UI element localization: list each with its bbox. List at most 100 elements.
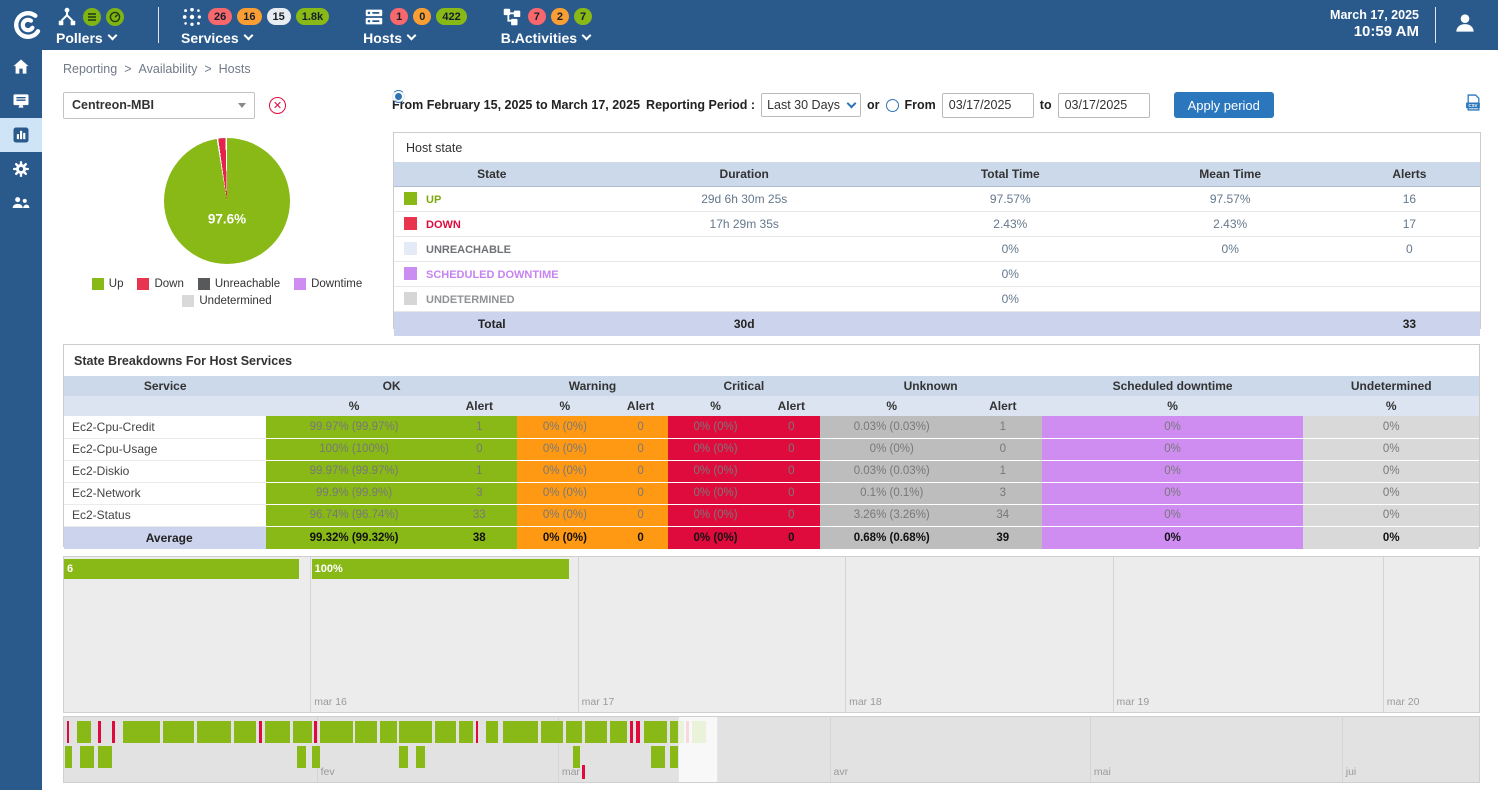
- hosts-count-badge[interactable]: 1: [390, 8, 408, 25]
- breakdown-row: Ec2-Cpu-Usage100% (100%)00% (0%)00% (0%)…: [64, 438, 1479, 460]
- breakdown-cell: 38: [442, 526, 517, 549]
- breakdown-row: Ec2-Cpu-Credit99.97% (99.97%)10% (0%)00%…: [64, 416, 1479, 438]
- state-total-time: 97.57%: [899, 186, 1122, 211]
- availability-overview-timeline[interactable]: fevmaravrmaijui: [63, 716, 1480, 783]
- state-label: SCHEDULED DOWNTIME: [426, 269, 559, 281]
- legend-label: Down: [154, 278, 183, 290]
- availability-day-timeline[interactable]: mar 16mar 17mar 18mar 19mar 206100%: [63, 556, 1480, 713]
- state-chip: [404, 267, 417, 280]
- legend-item: Unreachable: [198, 278, 280, 290]
- down-segment: [636, 721, 640, 743]
- up-segment: [77, 721, 91, 743]
- host-select[interactable]: Centreon-MBI: [63, 92, 255, 119]
- breakdown-cell: 0: [613, 438, 668, 460]
- state-alerts: 0: [1339, 236, 1480, 261]
- availability-pie-chart[interactable]: 97.6%: [164, 138, 290, 264]
- from-date-input[interactable]: [942, 93, 1034, 118]
- host-state-header: Mean Time: [1122, 162, 1339, 186]
- hosts-count-badge[interactable]: 0: [413, 8, 431, 25]
- availability-bar[interactable]: 6: [64, 559, 299, 579]
- clear-filter-icon[interactable]: ✕: [269, 97, 286, 114]
- breakdown-cell: 0% (0%): [668, 438, 763, 460]
- state-label: UNDETERMINED: [426, 294, 515, 306]
- breadcrumb-link[interactable]: Reporting: [63, 62, 117, 76]
- sidebar-item-reporting[interactable]: [0, 118, 42, 152]
- breadcrumb-link[interactable]: Availability: [139, 62, 198, 76]
- breakdown-sub-header: %: [517, 396, 613, 416]
- period-range-text: From February 15, 2025 to March 17, 2025: [392, 98, 640, 112]
- breakdown-cell: 0: [763, 438, 820, 460]
- breakdown-cell: 0: [613, 460, 668, 482]
- state-total-time: 0%: [899, 236, 1122, 261]
- state-chip: [404, 292, 417, 305]
- csv-export-icon[interactable]: CSV: [1465, 94, 1482, 116]
- custom-period-radio[interactable]: [886, 99, 899, 112]
- month-label: jui: [1342, 766, 1357, 778]
- state-mean-time: 0%: [1122, 236, 1339, 261]
- sidebar-item-home[interactable]: [0, 50, 42, 84]
- legend-chip: [92, 278, 104, 290]
- breakdown-cell: 0% (0%): [517, 460, 613, 482]
- menu-services[interactable]: 26 16 15 1.8k Services: [181, 5, 329, 46]
- period-select[interactable]: Last 30 Days: [761, 93, 861, 117]
- breakdown-cell: 0%: [1303, 504, 1479, 526]
- breakdown-cell: 33: [442, 504, 517, 526]
- centreon-logo[interactable]: [0, 8, 56, 42]
- menu-label: Services: [181, 30, 239, 46]
- up-segment-row2: [670, 746, 678, 768]
- services-count-badge[interactable]: 16: [237, 8, 261, 25]
- host-state-total-row: Total 30d 33: [394, 311, 1480, 336]
- menu-pollers[interactable]: Pollers: [56, 5, 124, 46]
- bactivities-count-badge[interactable]: 2: [551, 8, 569, 25]
- state-label: DOWN: [426, 219, 461, 231]
- up-segment-row2: [80, 746, 94, 768]
- total-duration: 30d: [589, 311, 899, 336]
- breakdown-cell: 0.1% (0.1%): [820, 482, 964, 504]
- total-label: Total: [394, 311, 589, 336]
- timeline-selection-window[interactable]: [678, 717, 718, 782]
- breakdown-cell: 0: [442, 438, 517, 460]
- from-label: From: [905, 98, 936, 112]
- user-icon[interactable]: [1452, 10, 1478, 41]
- bactivities-count-badge[interactable]: 7: [528, 8, 546, 25]
- breadcrumb-separator: >: [204, 62, 211, 76]
- state-duration: 29d 6h 30m 25s: [589, 186, 899, 211]
- reporting-period-label: Reporting Period :: [646, 98, 755, 112]
- monitoring-icon: [11, 91, 31, 111]
- legend-item: Undetermined: [182, 295, 271, 307]
- period-controls: From February 15, 2025 to March 17, 2025…: [392, 92, 1274, 118]
- apply-period-button[interactable]: Apply period: [1174, 92, 1274, 118]
- services-count-badge[interactable]: 1.8k: [296, 8, 329, 25]
- breakdown-cell: 99.97% (99.97%): [266, 416, 441, 438]
- up-segment: [355, 721, 376, 743]
- state-mean-time: [1122, 261, 1339, 286]
- bactivities-count-badge[interactable]: 7: [574, 8, 592, 25]
- menu-label: Hosts: [363, 30, 402, 46]
- availability-bar[interactable]: 100%: [312, 559, 570, 579]
- breakdown-cell: 0: [763, 504, 820, 526]
- clock: March 17, 2025 10:59 AM: [1330, 8, 1419, 42]
- services-count-badge[interactable]: 15: [267, 8, 291, 25]
- sidebar-item-monitoring[interactable]: [0, 84, 42, 118]
- up-segment-row2: [98, 746, 112, 768]
- reporting-period-radio[interactable]: [392, 90, 405, 103]
- day-label: mar 17: [578, 696, 615, 708]
- pollers-list-badge[interactable]: [83, 8, 101, 26]
- main-content: Reporting>Availability>Hosts Centreon-MB…: [42, 50, 1498, 790]
- breadcrumb-link[interactable]: Hosts: [219, 62, 251, 76]
- breakdown-group-header: Warning: [517, 376, 668, 396]
- breakdown-cell: 0% (0%): [517, 416, 613, 438]
- sidebar-item-administration[interactable]: [0, 186, 42, 220]
- state-alerts: 17: [1339, 211, 1480, 236]
- hosts-count-badge[interactable]: 422: [436, 8, 466, 25]
- services-count-badge[interactable]: 26: [208, 8, 232, 25]
- host-state-row: SCHEDULED DOWNTIME 0%: [394, 261, 1480, 286]
- down-segment: [630, 721, 633, 743]
- sidebar-item-configuration[interactable]: [0, 152, 42, 186]
- up-segment-row2: [651, 746, 665, 768]
- menu-hosts[interactable]: 10 422 Hosts: [363, 5, 467, 46]
- pollers-gauge-badge[interactable]: [106, 8, 124, 26]
- svg-text:CSV: CSV: [1468, 103, 1477, 108]
- to-date-input[interactable]: [1058, 93, 1150, 118]
- menu-bactivities[interactable]: 727B.Activities: [501, 5, 592, 46]
